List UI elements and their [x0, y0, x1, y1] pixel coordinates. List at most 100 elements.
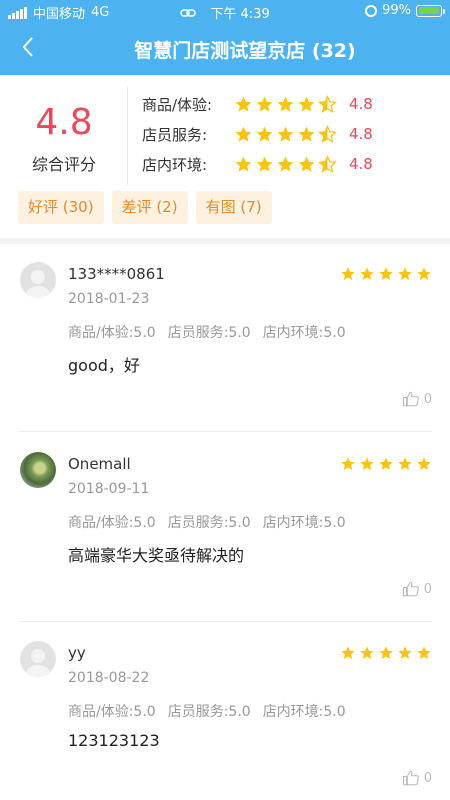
- divider: [127, 87, 128, 185]
- like-button[interactable]: 0: [402, 580, 432, 598]
- category-rating-row: 店员服务: 4.8: [142, 119, 373, 149]
- battery-percent: 99%: [382, 3, 411, 18]
- category-stars: [234, 154, 337, 174]
- review-sub-ratings: 商品/体验:5.0 店员服务:5.0 店内环境:5.0: [68, 701, 346, 721]
- sub-rating: 商品/体验:5.0: [68, 704, 156, 720]
- star-icon: [277, 156, 294, 172]
- star-icon: [398, 457, 412, 470]
- review-date: 2018-01-23: [68, 291, 150, 307]
- star-icon: [341, 457, 355, 470]
- review-stars: [340, 266, 432, 282]
- star-half-icon: [318, 94, 337, 113]
- category-score: 4.8: [349, 95, 373, 113]
- thumbs-up-icon: [402, 391, 419, 407]
- nav-header: 智慧门店测试望京店 (32): [0, 24, 450, 75]
- sub-rating: 店内环境:5.0: [262, 515, 346, 531]
- avatar[interactable]: [20, 641, 56, 677]
- review-sub-ratings: 商品/体验:5.0 店员服务:5.0 店内环境:5.0: [68, 512, 346, 532]
- star-icon: [277, 126, 294, 142]
- overall-rating: 4.8 综合评分: [14, 103, 114, 175]
- category-rating-row: 店内环境: 4.8: [142, 149, 373, 179]
- review-date: 2018-08-22: [68, 670, 150, 686]
- like-count: 0: [423, 581, 432, 597]
- overall-label: 综合评分: [31, 155, 96, 174]
- star-icon: [341, 267, 355, 280]
- review-filters: 好评 (30) 差评 (2) 有图 (7): [18, 191, 272, 224]
- sub-rating: 店内环境:5.0: [262, 325, 346, 341]
- review-username: Onemall: [68, 455, 131, 473]
- category-stars: [234, 124, 337, 144]
- star-icon: [235, 96, 252, 112]
- like-count: 0: [423, 391, 432, 407]
- sub-rating: 店员服务:5.0: [167, 704, 251, 720]
- star-icon: [360, 267, 374, 280]
- star-icon: [398, 646, 412, 659]
- star-icon: [256, 156, 273, 172]
- divider: [20, 621, 432, 622]
- alarm-icon: [365, 4, 378, 17]
- review-sub-ratings: 商品/体验:5.0 店员服务:5.0 店内环境:5.0: [68, 322, 346, 342]
- review-stars: [340, 456, 432, 472]
- star-half-icon: [318, 154, 337, 173]
- star-icon: [417, 646, 431, 659]
- star-icon: [417, 267, 431, 280]
- avatar[interactable]: [20, 262, 56, 298]
- category-stars: [234, 94, 337, 114]
- star-icon: [256, 96, 273, 112]
- battery-icon: [416, 4, 445, 17]
- review-date: 2018-09-11: [68, 481, 150, 497]
- category-label: 商品/体验:: [142, 95, 213, 114]
- star-icon: [277, 96, 294, 112]
- overall-score: 4.8: [35, 102, 93, 143]
- category-ratings: 商品/体验: 4.8 店员服务: 4.8 店内环境: 4.8: [142, 89, 373, 179]
- category-label: 店内环境:: [142, 155, 208, 174]
- like-count: 0: [423, 770, 432, 786]
- star-icon: [398, 267, 412, 280]
- link-icon: [180, 7, 197, 21]
- category-label: 店员服务:: [142, 125, 208, 144]
- star-icon: [360, 457, 374, 470]
- sub-rating: 店内环境:5.0: [262, 704, 346, 720]
- chevron-left-icon[interactable]: [12, 32, 44, 66]
- review-content: 123123123: [68, 731, 160, 750]
- filter-positive-button[interactable]: 好评 (30): [18, 191, 104, 224]
- category-score: 4.8: [349, 155, 373, 173]
- divider: [20, 431, 432, 432]
- filter-negative-button[interactable]: 差评 (2): [111, 191, 188, 224]
- star-icon: [298, 96, 315, 112]
- star-icon: [379, 267, 393, 280]
- star-icon: [256, 126, 273, 142]
- review-item: 133****0861 2018-01-23 商品/体验:5.0 店员服务:5.0 店内…: [0, 244, 450, 432]
- page-title: 智慧门店测试望京店 (32): [134, 40, 356, 62]
- star-icon: [379, 646, 393, 659]
- star-icon: [298, 126, 315, 142]
- review-stars: [340, 645, 432, 661]
- sub-rating: 商品/体验:5.0: [68, 325, 156, 341]
- category-score: 4.8: [349, 125, 373, 143]
- category-rating-row: 商品/体验: 4.8: [142, 89, 373, 119]
- sub-rating: 店员服务:5.0: [167, 515, 251, 531]
- review-item: Onemall 2018-09-11 商品/体验:5.0 店员服务:5.0 店内环境:5…: [0, 434, 450, 622]
- filter-with-photos-button[interactable]: 有图 (7): [195, 191, 272, 224]
- star-icon: [235, 156, 252, 172]
- star-icon: [417, 457, 431, 470]
- sub-rating: 店员服务:5.0: [167, 325, 251, 341]
- sub-rating: 商品/体验:5.0: [68, 515, 156, 531]
- review-item: yy 2018-08-22 商品/体验:5.0 店员服务:5.0 店内环境:5.0 123…: [0, 623, 450, 800]
- like-button[interactable]: 0: [402, 390, 432, 408]
- status-time: 下午 4:39: [210, 7, 270, 22]
- review-content: 高端豪华大奖亟待解决的: [68, 546, 245, 565]
- thumbs-up-icon: [402, 581, 419, 597]
- star-half-icon: [318, 124, 337, 143]
- star-icon: [235, 126, 252, 142]
- star-icon: [298, 156, 315, 172]
- status-bar: 中国移动 4G 下午 4:39 99%: [0, 0, 450, 24]
- thumbs-up-icon: [402, 770, 419, 786]
- like-button[interactable]: 0: [402, 769, 432, 787]
- star-icon: [379, 457, 393, 470]
- star-icon: [360, 646, 374, 659]
- review-username: yy: [68, 644, 86, 662]
- rating-summary: 4.8 综合评分 商品/体验: 4.8 店员服务: 4.8 店内环境: 4.8 好评 (3…: [0, 75, 450, 240]
- avatar[interactable]: [20, 452, 56, 488]
- review-content: good，好: [68, 356, 140, 375]
